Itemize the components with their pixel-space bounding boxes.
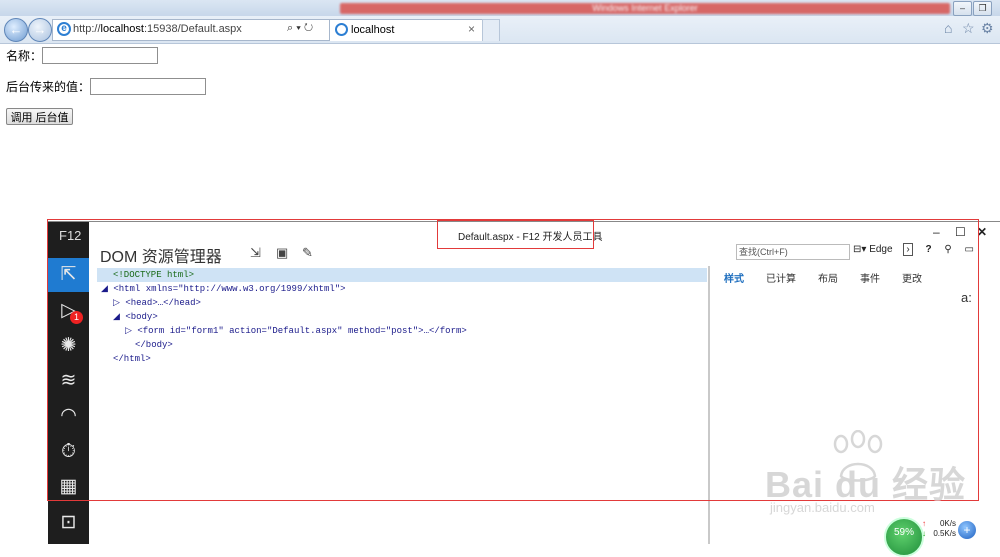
home-icon[interactable]: ⌂: [944, 20, 952, 36]
backend-value-input[interactable]: [90, 78, 206, 95]
favorites-icon[interactable]: ☆: [962, 20, 975, 37]
refresh-icon[interactable]: ↻: [304, 22, 313, 34]
name-input[interactable]: [42, 47, 158, 64]
address-host: localhost: [100, 23, 144, 35]
restore-button[interactable]: ❐: [973, 1, 992, 16]
tab-close-icon[interactable]: ×: [468, 22, 475, 36]
device-emulation-icon[interactable]: ⊡: [48, 506, 89, 540]
browser-tab[interactable]: localhost ×: [329, 19, 483, 41]
minimize-button[interactable]: –: [953, 1, 972, 16]
browser-title-bar: Windows Internet Explorer – ❐: [0, 0, 1000, 16]
search-icon[interactable]: ⌕: [287, 22, 293, 34]
upload-speed: 0K/s: [939, 519, 956, 528]
speed-values: 0K/s 0.5K/s: [924, 519, 956, 539]
address-suffix: :15938/Default.aspx: [143, 23, 242, 35]
address-prefix: http://: [73, 23, 101, 35]
annotation-box-title: [437, 220, 594, 249]
chevron-down-icon[interactable]: ▾: [296, 22, 301, 34]
forward-button[interactable]: →: [28, 18, 52, 42]
download-speed: 0.5K/s: [933, 529, 956, 538]
backend-value-label: 后台传来的值：: [6, 80, 91, 94]
memory-usage-ring: 59%: [884, 517, 924, 557]
address-url[interactable]: http://localhost:15938/Default.aspx: [73, 23, 242, 35]
address-bar[interactable]: e http://localhost:15938/Default.aspx ⌕ …: [52, 19, 330, 41]
back-button[interactable]: ←: [4, 18, 28, 42]
watermark-url: jingyan.baidu.com: [770, 500, 875, 515]
ie-icon: e: [57, 22, 71, 36]
tools-icon[interactable]: ⚙: [981, 20, 994, 37]
accelerate-plus-icon[interactable]: +: [958, 521, 976, 539]
ie-icon: [335, 23, 348, 36]
new-tab-button[interactable]: [482, 19, 500, 41]
address-actions: ⌕ ▾ ↻: [287, 22, 313, 35]
tab-label: localhost: [351, 24, 395, 36]
speed-widget[interactable]: 59% ↑ ↓ 0K/s 0.5K/s +: [882, 517, 1000, 557]
call-backend-button[interactable]: 调用 后台值: [6, 108, 73, 125]
window-title-redacted: Windows Internet Explorer: [340, 3, 950, 14]
name-label: 名称：: [6, 49, 43, 63]
